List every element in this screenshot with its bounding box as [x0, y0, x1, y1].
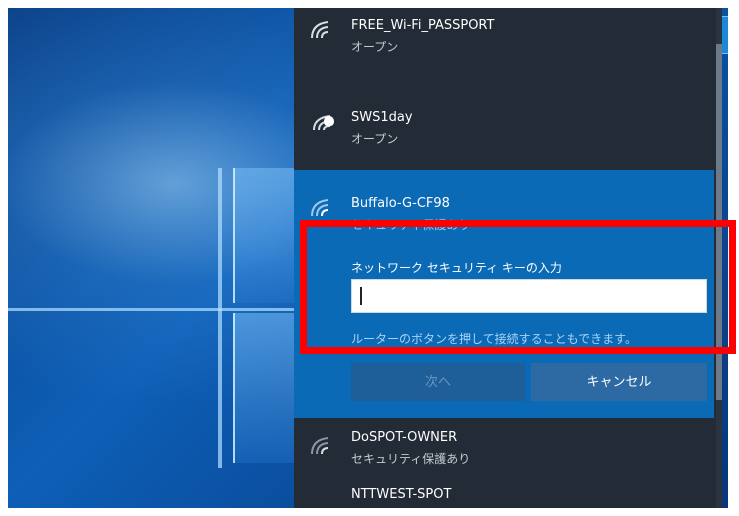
network-flyout: FREE_Wi-Fi_PASSPORT オープン SWS1day オープン Bu… — [294, 8, 722, 508]
network-item-dospot-owner[interactable]: DoSPOT-OWNER セキュリティ保護あり — [294, 418, 714, 488]
network-item-nttwest-spot[interactable]: NTTWEST-SPOT — [294, 487, 714, 508]
wifi-icon — [310, 18, 334, 40]
light-beam-decoration — [8, 308, 323, 311]
network-name: DoSPOT-OWNER — [351, 430, 458, 445]
network-name: Buffalo-G-CF98 — [351, 196, 450, 211]
light-beam-decoration — [218, 168, 222, 468]
router-button-hint: ルーターのボタンを押して接続することもできます。 — [351, 332, 637, 346]
security-key-prompt: ネットワーク セキュリティ キーの入力 — [351, 261, 562, 275]
network-name: SWS1day — [351, 110, 413, 125]
shield-icon — [324, 116, 334, 126]
network-status: オープン — [351, 132, 399, 146]
wifi-icon — [310, 434, 334, 456]
network-item-sws1day[interactable]: SWS1day オープン — [294, 98, 714, 168]
network-item-free-wifi-passport[interactable]: FREE_Wi-Fi_PASSPORT オープン — [294, 8, 714, 82]
cancel-button[interactable]: キャンセル — [531, 363, 707, 401]
text-caret — [360, 287, 362, 305]
network-status: セキュリティ保護あり — [351, 218, 471, 232]
network-header: Buffalo-G-CF98 セキュリティ保護あり — [294, 184, 714, 234]
next-button[interactable]: 次へ — [351, 363, 525, 401]
wifi-shield-icon — [310, 110, 334, 132]
wifi-icon — [310, 196, 334, 218]
network-name: FREE_Wi-Fi_PASSPORT — [351, 18, 495, 33]
network-status: オープン — [351, 40, 399, 54]
scrollbar-thumb[interactable] — [716, 44, 722, 400]
security-key-input[interactable] — [351, 279, 707, 313]
network-name: NTTWEST-SPOT — [351, 487, 452, 502]
network-status: セキュリティ保護あり — [351, 452, 471, 466]
